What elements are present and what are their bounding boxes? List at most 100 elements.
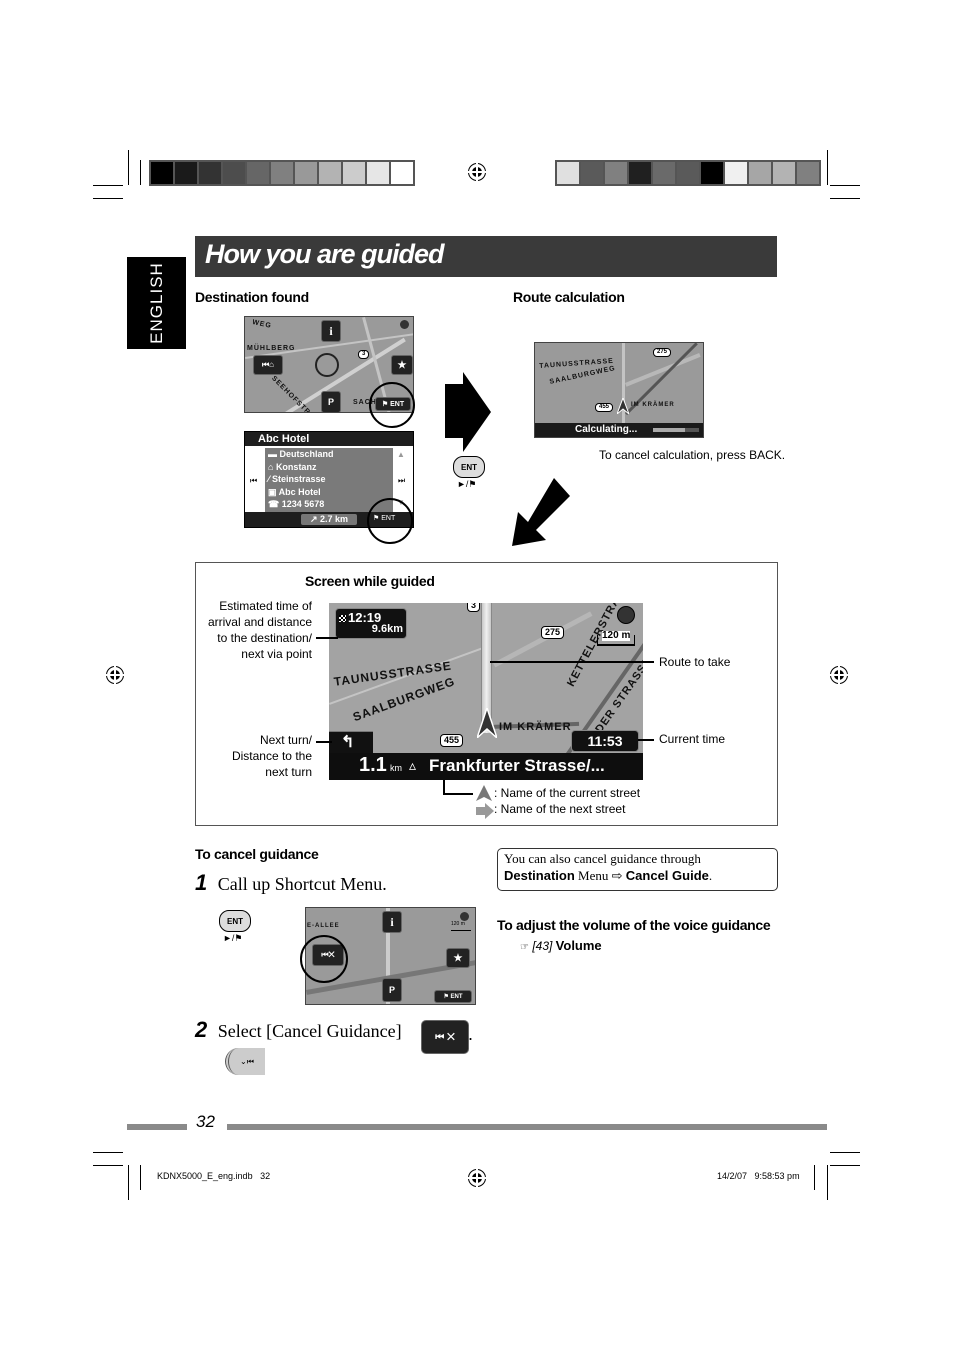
reference-page: [43] xyxy=(532,939,553,953)
info-button[interactable]: i xyxy=(382,911,402,933)
callout-line xyxy=(638,739,654,741)
road-sign: 455 xyxy=(440,734,464,747)
volume-heading: To adjust the volume of the voice guidan… xyxy=(497,917,771,933)
note-line-1: You can also cancel guidance through xyxy=(504,851,701,866)
info-row: ▬ Deutschland xyxy=(265,448,393,461)
current-street-callout: : Name of the current street xyxy=(494,786,641,800)
checkered-flag-icon xyxy=(339,615,346,622)
next-turn-panel: ↰ xyxy=(329,731,373,754)
scale-bar: 120 m xyxy=(451,921,471,931)
arrow-right-icon xyxy=(445,372,491,452)
menu-arrow-text: Menu ⇨ xyxy=(574,868,626,883)
next-button[interactable]: ⏭ xyxy=(398,476,405,486)
eta-distance: 9.6km xyxy=(371,623,403,635)
crop-mark xyxy=(830,1152,860,1153)
callout-text: Estimated time of xyxy=(219,599,312,613)
info-row-text: Deutschland xyxy=(279,449,334,459)
next-turn-distance: 1.1 xyxy=(359,754,387,776)
color-swatch xyxy=(223,162,247,184)
footer-timestamp: 14/2/07 9:58:53 pm xyxy=(717,1171,800,1181)
cancel-guidance-icon-button[interactable]: ⏮ ✕ xyxy=(421,1020,469,1054)
color-swatch xyxy=(677,162,701,184)
next-turn-callout: Next turn/ Distance to the next turn xyxy=(200,732,312,780)
route-button[interactable]: ⚑ ENT xyxy=(434,990,472,1003)
current-time-panel: 11:53 xyxy=(571,730,639,752)
compass-icon xyxy=(460,912,469,921)
cancel-guide-label: Cancel Guide xyxy=(625,868,709,883)
crop-mark xyxy=(814,1165,815,1190)
reference-icon: ☞ xyxy=(520,942,529,953)
ent-button[interactable]: ENT xyxy=(219,910,251,932)
map-street-label: IM KRÄMER xyxy=(499,721,572,733)
info-row-text: Steinstrasse xyxy=(272,474,326,485)
color-swatch xyxy=(605,162,629,184)
registration-mark-icon xyxy=(466,161,488,183)
crop-mark xyxy=(93,198,123,199)
guided-map-screen: TAUNUSSTRASSE SAALBURGWEG IM KRÄMER KETT… xyxy=(329,603,643,780)
callout-text: Next turn/ xyxy=(259,733,312,747)
phone-icon: ☎ xyxy=(268,499,282,510)
color-swatch xyxy=(295,162,319,184)
compass-icon[interactable] xyxy=(617,606,635,624)
road-sign: 3 xyxy=(358,350,370,359)
registration-mark-icon xyxy=(466,1167,488,1189)
color-swatch xyxy=(653,162,677,184)
route-callout: Route to take xyxy=(659,655,731,669)
route-calculation-screen: TAUNUSSTRASSE SAALBURGWEG IM KRÄMER 275 … xyxy=(534,342,704,438)
status-bar: Calculating... xyxy=(535,423,703,437)
road-sign: 275 xyxy=(541,626,565,639)
vehicle-position-icon xyxy=(477,708,497,738)
poi-icon: ▣ xyxy=(268,486,279,497)
city-icon: ⌂ xyxy=(268,461,276,472)
color-calibration-bar-right xyxy=(555,160,821,186)
color-swatch xyxy=(749,162,773,184)
crop-mark xyxy=(140,1165,141,1190)
road-sign: 455 xyxy=(595,403,614,412)
page-number-bar-left xyxy=(127,1124,187,1130)
scale-label: 120 m xyxy=(602,630,631,641)
parking-button[interactable]: P xyxy=(321,391,341,412)
next-street-callout: : Name of the next street xyxy=(494,802,626,816)
color-swatch xyxy=(391,162,413,184)
crop-mark xyxy=(93,185,123,186)
color-swatch xyxy=(773,162,797,184)
road-sign: 275 xyxy=(653,348,672,357)
step-text: Select [Cancel Guidance] xyxy=(217,1021,402,1041)
callout-text: next turn xyxy=(265,765,312,779)
street-info-bar: 1.1 km ▵ Frankfurter Strasse/... xyxy=(329,753,643,780)
highlight-circle xyxy=(367,498,413,544)
registration-mark-icon xyxy=(828,664,850,686)
color-swatch xyxy=(319,162,343,184)
arrow-down-left-icon xyxy=(512,478,570,546)
note-period: . xyxy=(708,868,713,883)
flag-icon: ▬ xyxy=(268,449,280,459)
page-title-bar: How you are guided xyxy=(195,236,777,277)
ent-button[interactable]: ENT xyxy=(453,456,485,478)
callout-line xyxy=(443,780,445,794)
crop-mark xyxy=(140,160,141,185)
home-button[interactable]: ⏮⌂ xyxy=(253,355,283,375)
info-panel-list: ▬ Deutschland ⌂ Konstanz ⁄ Steinstrasse ▣ A… xyxy=(265,448,393,512)
callout-line xyxy=(316,637,338,639)
info-panel-title: Abc Hotel xyxy=(258,433,310,445)
color-swatch xyxy=(725,162,749,184)
current-time-callout: Current time xyxy=(659,732,726,746)
volume-reference: ☞ [43] Volume xyxy=(520,938,602,953)
info-button[interactable]: i xyxy=(321,320,341,342)
favorite-button[interactable]: ★ xyxy=(446,948,470,968)
calculation-progress-bar xyxy=(653,428,699,432)
step-1: 1 Call up Shortcut Menu. xyxy=(195,870,387,896)
note-line-2: Destination Menu ⇨ Cancel Guide. xyxy=(504,868,712,884)
crop-mark xyxy=(827,1165,828,1200)
highlight-circle xyxy=(369,382,415,428)
color-swatch xyxy=(629,162,653,184)
prev-button[interactable]: ⏮ xyxy=(250,476,257,486)
map-street-label: MÜHLBERG xyxy=(247,345,296,352)
color-swatch xyxy=(199,162,223,184)
parking-button[interactable]: P xyxy=(382,978,402,1002)
crop-mark xyxy=(93,1152,123,1153)
cursor-crosshair-icon xyxy=(315,353,339,377)
favorite-button[interactable]: ★ xyxy=(391,355,413,375)
footer-file: KDNX5000_E_eng.indb 32 xyxy=(157,1171,271,1181)
scroll-up-button[interactable]: ▲ xyxy=(397,450,405,459)
